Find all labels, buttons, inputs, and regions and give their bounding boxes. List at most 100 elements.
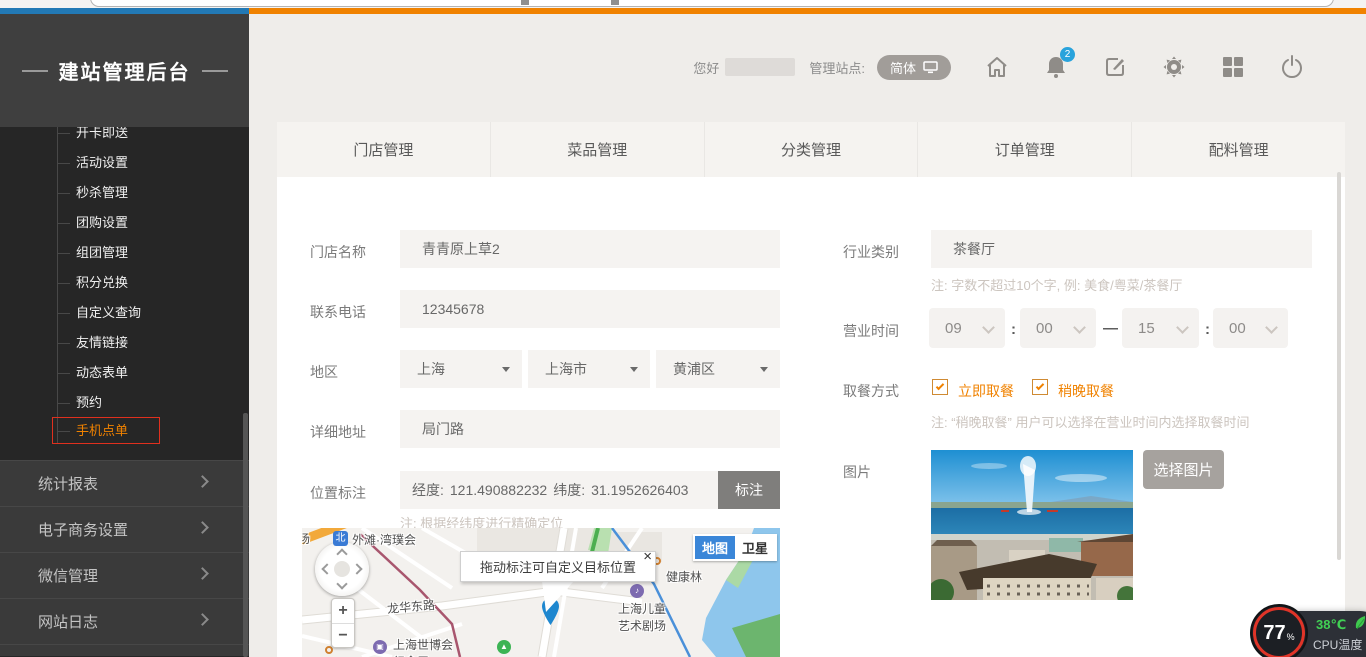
- pan-center-handle[interactable]: [334, 561, 350, 577]
- topbar-orange-strip: [249, 8, 1366, 14]
- cpu-percent-value: 77: [1263, 622, 1285, 645]
- map-pan-control[interactable]: [315, 542, 369, 596]
- tooltip-close-icon[interactable]: ×: [643, 550, 652, 564]
- map-label-theater: 上海儿童艺术剧场: [618, 600, 666, 634]
- phone-input[interactable]: 12345678: [400, 290, 780, 328]
- sidebar-title-text: 建站管理后台: [59, 56, 191, 85]
- pickup-now-label[interactable]: 立即取餐: [958, 381, 1014, 401]
- sidebar-title: 建站管理后台: [0, 14, 249, 127]
- sidebar-menu-item[interactable]: 自定义查询: [0, 304, 249, 322]
- north-badge: 北: [333, 531, 348, 546]
- pan-up-icon[interactable]: [336, 548, 347, 559]
- hours-label: 营业时间: [843, 321, 899, 341]
- greeting-text: 您好: [693, 58, 719, 77]
- tab-dish-management[interactable]: 菜品管理: [491, 122, 705, 177]
- sidebar-section-item[interactable]: 统计报表: [0, 460, 249, 506]
- settings-button[interactable]: [1161, 54, 1187, 80]
- sidebar-menu-item[interactable]: 团购设置: [0, 214, 249, 232]
- sidebar-section-item[interactable]: 电子商务设置: [0, 506, 249, 552]
- sidebar-menu-item[interactable]: 秒杀管理: [0, 184, 249, 202]
- close-minute-select[interactable]: 00: [1213, 308, 1288, 348]
- title-dash-right: [202, 70, 228, 72]
- music-poi-icon[interactable]: ♪: [630, 584, 644, 598]
- sidebar-menu-item[interactable]: 预约: [0, 394, 249, 412]
- map-zoom-in-button[interactable]: +: [332, 599, 354, 623]
- edit-icon: [1103, 55, 1127, 79]
- home-button[interactable]: [984, 54, 1010, 80]
- edit-button[interactable]: [1102, 54, 1128, 80]
- tab-category-management[interactable]: 分类管理: [705, 122, 919, 177]
- industry-input[interactable]: 茶餐厅: [931, 230, 1312, 268]
- chevron-down-icon: [1265, 321, 1278, 334]
- pan-left-icon[interactable]: [321, 563, 332, 574]
- mark-location-button[interactable]: 标注: [718, 471, 780, 509]
- park-poi-icon[interactable]: ▲: [497, 640, 511, 654]
- image-label: 图片: [843, 462, 871, 482]
- sidebar-menu-item[interactable]: 动态表单: [0, 364, 249, 382]
- main-panel: 门店管理 菜品管理 分类管理 订单管理 配料管理 门店名称 青青原上草2 联系电…: [277, 122, 1345, 657]
- content-scrollbar[interactable]: [1337, 172, 1341, 560]
- sidebar-menu-item[interactable]: 组团管理: [0, 244, 249, 262]
- tab-order-management[interactable]: 订单管理: [918, 122, 1132, 177]
- dropdown-arrow-icon: [502, 367, 510, 372]
- museum-poi-icon[interactable]: ▣: [373, 640, 387, 654]
- chevron-down-icon: [1176, 321, 1189, 334]
- pickup-label: 取餐方式: [843, 381, 899, 401]
- district-select[interactable]: 黄浦区: [656, 350, 780, 388]
- sidebar-menu-item[interactable]: 开卡即送: [0, 127, 249, 142]
- apps-button[interactable]: [1220, 54, 1246, 80]
- map-type-satellite-button[interactable]: 卫星: [735, 536, 775, 559]
- cpu-gauge[interactable]: 77 %: [1250, 604, 1308, 657]
- pan-down-icon[interactable]: [336, 578, 347, 589]
- logout-button[interactable]: [1279, 54, 1305, 80]
- choose-image-button[interactable]: 选择图片: [1143, 450, 1224, 489]
- city-select[interactable]: 上海市: [528, 350, 650, 388]
- home-icon: [985, 55, 1009, 79]
- store-photo-thumbnail[interactable]: [931, 450, 1133, 600]
- notifications-button[interactable]: 2: [1043, 54, 1069, 80]
- province-select[interactable]: 上海: [400, 350, 522, 388]
- pickup-now-checkbox[interactable]: [932, 379, 948, 395]
- map-widget[interactable]: 场 外滩·湾璞会 龙华东路 上海世博会纪念展 上海儿童艺术剧场 健康林 ▣ ▲ …: [302, 528, 780, 657]
- tooltip-tail: [530, 581, 576, 613]
- map-label-park: 健康林: [666, 568, 702, 585]
- tab-store-management[interactable]: 门店管理: [277, 122, 491, 177]
- map-type-map-button[interactable]: 地图: [695, 536, 735, 559]
- address-bar[interactable]: [90, 0, 1334, 7]
- sidebar-menu-item[interactable]: 积分兑换: [0, 274, 249, 292]
- map-label-expo: 上海世博会纪念展: [393, 636, 453, 657]
- sidebar-sections: 统计报表 电子商务设置 微信管理 网站日志: [0, 460, 249, 656]
- chevron-right-icon: [196, 475, 209, 488]
- check-icon: [936, 382, 944, 390]
- time-range-dash: —: [1103, 320, 1118, 337]
- store-name-input[interactable]: 青青原上草2: [400, 230, 780, 268]
- sidebar-submenu: 开卡即送 活动设置 秒杀管理 团购设置 组团管理 积分兑换 自定义查询 友情链接…: [0, 127, 249, 460]
- sidebar-section-item[interactable]: 网站日志: [0, 598, 249, 644]
- sidebar-menu-item[interactable]: 友情链接: [0, 334, 249, 352]
- open-minute-select[interactable]: 00: [1020, 308, 1096, 348]
- region-label: 地区: [310, 362, 338, 382]
- tab-bar: 门店管理 菜品管理 分类管理 订单管理 配料管理: [277, 122, 1345, 177]
- tab-ingredient-management[interactable]: 配料管理: [1132, 122, 1345, 177]
- bell-badge: 2: [1060, 47, 1075, 62]
- pickup-later-label[interactable]: 稍晚取餐: [1058, 381, 1114, 401]
- map-zoom-out-button[interactable]: −: [332, 624, 354, 648]
- open-hour-select[interactable]: 09: [929, 308, 1005, 348]
- sidebar-section-item[interactable]: 微信管理: [0, 552, 249, 598]
- sidebar-scrollbar[interactable]: [243, 413, 248, 657]
- chevron-down-icon: [982, 321, 995, 334]
- dropdown-arrow-icon: [630, 367, 638, 372]
- sidebar-menu-item[interactable]: 活动设置: [0, 154, 249, 172]
- location-input[interactable]: 经度:121.490882232 纬度:31.1952626403: [400, 471, 718, 509]
- pan-right-icon[interactable]: [351, 563, 362, 574]
- power-icon: [1280, 55, 1304, 79]
- dropdown-arrow-icon: [760, 367, 768, 372]
- address-input[interactable]: 局门路: [400, 410, 780, 448]
- map-label-area: 外滩·湾璞会: [352, 531, 416, 548]
- sidebar: 建站管理后台 开卡即送 活动设置 秒杀管理 团购设置 组团管理 积分兑换 自定义…: [0, 14, 249, 657]
- close-hour-select[interactable]: 15: [1122, 308, 1199, 348]
- language-pill-button[interactable]: 简体: [877, 55, 951, 80]
- check-icon: [1036, 382, 1044, 390]
- pickup-later-checkbox[interactable]: [1032, 379, 1048, 395]
- address-label: 详细地址: [310, 422, 366, 442]
